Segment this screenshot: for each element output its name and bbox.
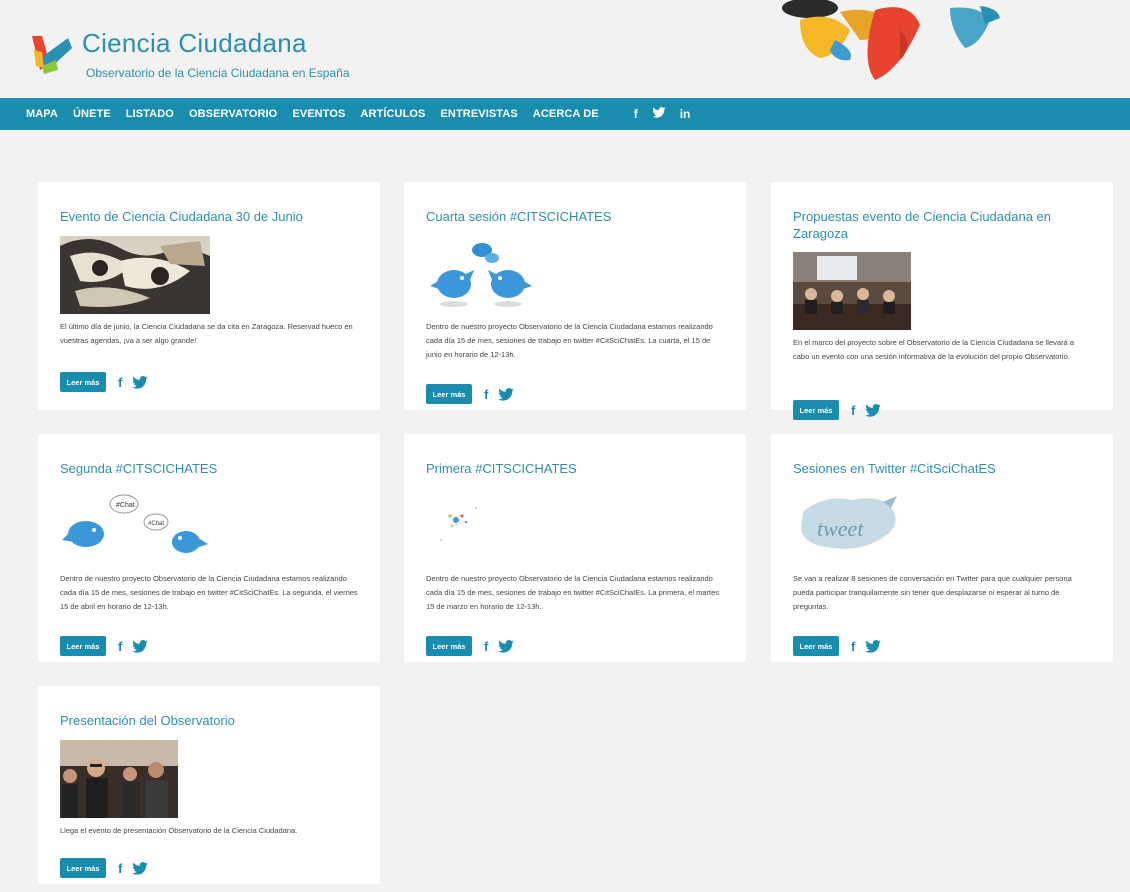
post-actions: Leer más f xyxy=(60,636,149,656)
post-title[interactable]: Cuarta sesión #CITSCICHATES xyxy=(426,208,728,225)
post-image-conference-panel-photo[interactable] xyxy=(793,252,911,330)
twitter-share-icon[interactable] xyxy=(855,403,882,417)
site-title[interactable]: Ciencia Ciudadana xyxy=(82,28,307,59)
svg-text:tweet: tweet xyxy=(817,516,864,541)
facebook-icon[interactable]: f xyxy=(634,107,638,121)
twitter-share-icon[interactable] xyxy=(122,639,149,653)
post-excerpt: Dentro de nuestro proyecto Observatorio … xyxy=(426,574,720,611)
post-card: Segunda #CITSCICHATES #Chat #Chat Dentro de… xyxy=(38,434,380,662)
post-title[interactable]: Propuestas evento de Ciencia Ciudadana e… xyxy=(793,208,1095,242)
nav-item-eventos[interactable]: EVENTOS xyxy=(292,108,345,120)
post-actions: Leer más f xyxy=(426,636,515,656)
read-more-button[interactable]: Leer más xyxy=(793,636,839,656)
site-header: Ciencia Ciudadana Observatorio de la Cie… xyxy=(0,0,1130,98)
post-image-network-sparkle[interactable] xyxy=(426,490,526,560)
post-excerpt: Dentro de nuestro proyecto Observatorio … xyxy=(60,574,358,611)
post-title[interactable]: Primera #CITSCICHATES xyxy=(426,460,728,477)
post-image-twitter-birds-chat-bubbles[interactable]: #Chat #Chat xyxy=(60,492,210,560)
post-actions: Leer más f xyxy=(426,384,515,404)
nav-item-entrevistas[interactable]: ENTREVISTAS xyxy=(441,108,518,120)
post-image-presentation-crowd-photo[interactable] xyxy=(60,740,178,818)
post-card: Primera #CITSCICHATES Dentro de nuestro p… xyxy=(404,434,746,662)
nav-item-unete[interactable]: ÚNETE xyxy=(73,108,111,120)
read-more-button[interactable]: Leer más xyxy=(60,372,106,392)
post-actions: Leer más f xyxy=(793,636,882,656)
post-excerpt: El último día de junio, la Ciencia Ciuda… xyxy=(60,322,353,345)
post-card: Propuestas evento de Ciencia Ciudadana e… xyxy=(771,182,1113,420)
post-image-mosaic-illustration[interactable] xyxy=(60,236,210,314)
post-card: Cuarta sesión #CITSCICHATES Dentro de nue… xyxy=(404,182,746,410)
post-card: Evento de Ciencia Ciudadana 30 de Junio E… xyxy=(38,182,380,410)
main-nav: MAPA ÚNETE LISTADO OBSERVATORIO EVENTOS ARTÍC… xyxy=(0,98,1130,130)
linkedin-icon[interactable]: in xyxy=(680,107,691,121)
post-actions: Leer más f xyxy=(60,858,149,878)
twitter-share-icon[interactable] xyxy=(488,639,515,653)
twitter-share-icon[interactable] xyxy=(488,387,515,401)
read-more-button[interactable]: Leer más xyxy=(426,384,472,404)
read-more-button[interactable]: Leer más xyxy=(60,636,106,656)
post-card: Presentación del Observatorio Llega el ev… xyxy=(38,686,380,884)
post-image-twitter-birds-chat[interactable] xyxy=(426,240,536,312)
nav-item-articulos[interactable]: ARTÍCULOS xyxy=(360,108,425,120)
post-excerpt: Se van a realizar 8 sesiones de conversa… xyxy=(793,574,1072,611)
nav-item-mapa[interactable]: MAPA xyxy=(26,108,58,120)
twitter-share-icon[interactable] xyxy=(855,639,882,653)
post-title[interactable]: Sesiones en Twitter #CitSciChatES xyxy=(793,460,1095,477)
nav-social-links: f in xyxy=(634,107,705,121)
twitter-icon[interactable] xyxy=(652,107,666,121)
read-more-button[interactable]: Leer más xyxy=(793,400,839,420)
nav-item-listado[interactable]: LISTADO xyxy=(126,108,174,120)
nav-item-acerca-de[interactable]: ACERCA DE xyxy=(533,108,599,120)
post-title[interactable]: Segunda #CITSCICHATES xyxy=(60,460,362,477)
post-card: Sesiones en Twitter #CitSciChatES tweet Se… xyxy=(771,434,1113,662)
post-actions: Leer más f xyxy=(60,372,149,392)
paint-splash-illustration xyxy=(782,0,1000,80)
nav-item-observatorio[interactable]: OBSERVATORIO xyxy=(189,108,277,120)
twitter-share-icon[interactable] xyxy=(122,375,149,389)
post-excerpt: En el marco del proyecto sobre el Observ… xyxy=(793,338,1074,361)
twitter-share-icon[interactable] xyxy=(122,861,149,875)
read-more-button[interactable]: Leer más xyxy=(426,636,472,656)
post-image-tweet-word-cloud[interactable]: tweet xyxy=(793,492,903,556)
post-actions: Leer más f xyxy=(793,400,882,420)
svg-text:#Chat: #Chat xyxy=(148,521,164,527)
site-subtitle: Observatorio de la Ciencia Ciudadana en … xyxy=(86,66,350,80)
post-title[interactable]: Presentación del Observatorio xyxy=(60,712,362,729)
post-excerpt: Dentro de nuestro proyecto Observatorio … xyxy=(426,322,713,359)
post-excerpt: Llega el evento de presentación Observat… xyxy=(60,826,298,835)
logo-icon[interactable] xyxy=(28,30,74,76)
post-title[interactable]: Evento de Ciencia Ciudadana 30 de Junio xyxy=(60,208,362,225)
svg-text:#Chat: #Chat xyxy=(116,502,135,509)
read-more-button[interactable]: Leer más xyxy=(60,858,106,878)
